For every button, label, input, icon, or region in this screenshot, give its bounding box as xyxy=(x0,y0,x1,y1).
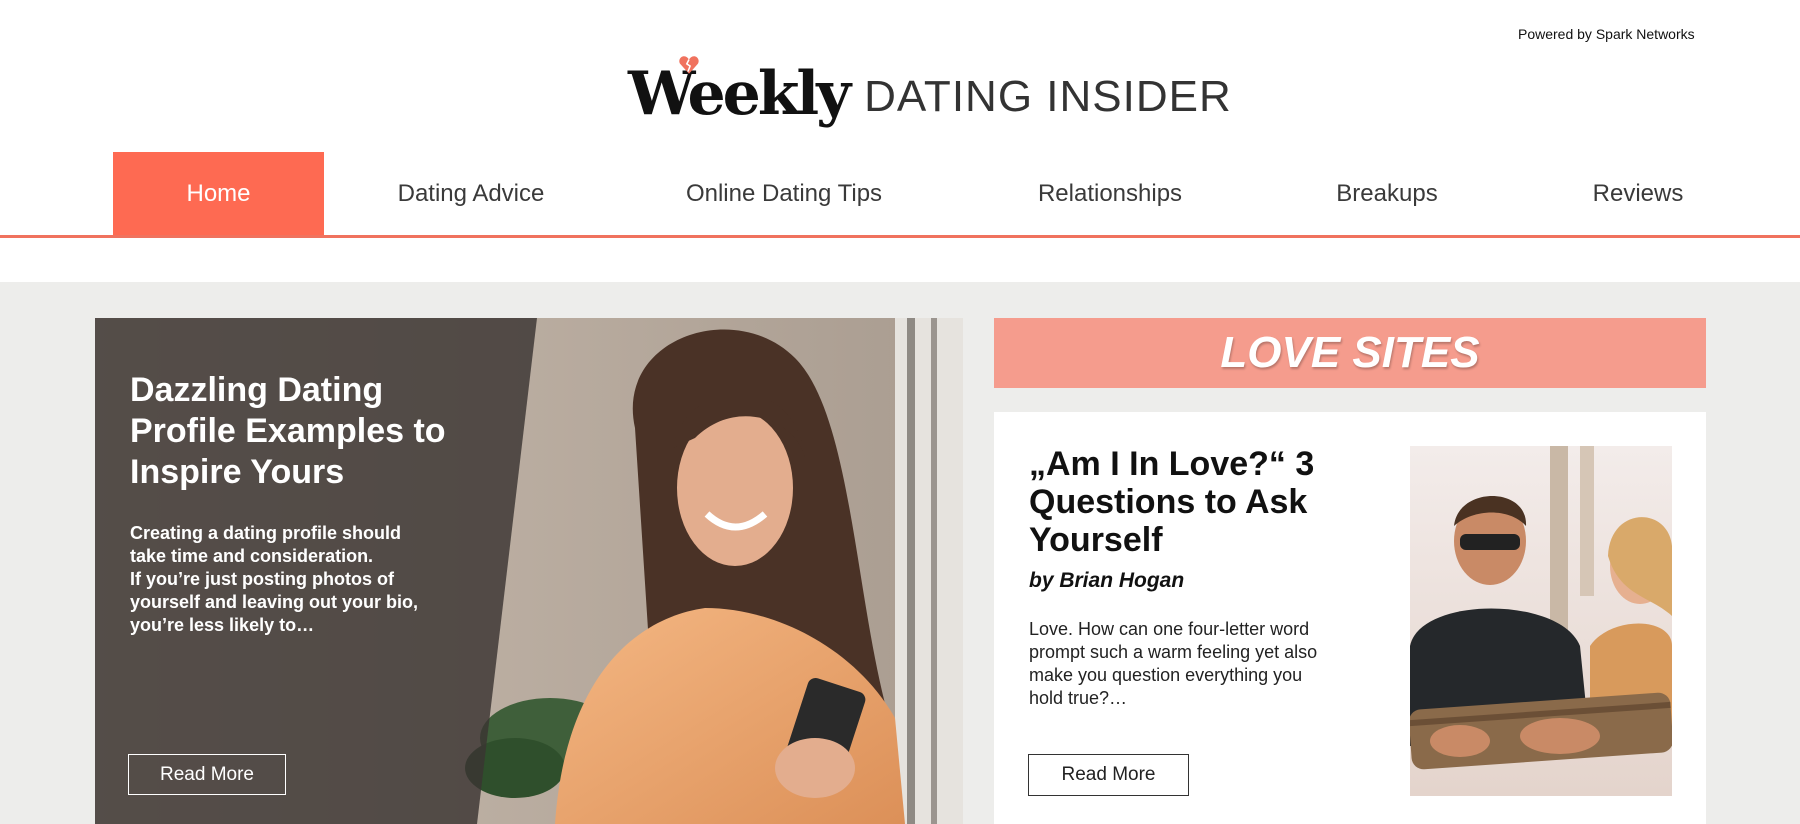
powered-by[interactable]: Powered by Spark Networks xyxy=(1518,26,1695,42)
article-card[interactable]: „Am I In Love?“ 3 Questions to Ask Yours… xyxy=(994,412,1706,824)
nav-breakups[interactable]: Breakups xyxy=(1318,152,1456,235)
hero-excerpt: Creating a dating profile should take ti… xyxy=(130,522,420,637)
main-nav: Home Dating Advice Online Dating Tips Re… xyxy=(0,152,1800,238)
card-author: by Brian Hogan xyxy=(1029,569,1185,592)
nav-online-dating-tips[interactable]: Online Dating Tips xyxy=(660,152,908,235)
card-photo[interactable] xyxy=(1410,446,1672,796)
nav-reviews[interactable]: Reviews xyxy=(1578,152,1698,235)
card-read-more-button[interactable]: Read More xyxy=(1028,754,1189,796)
nav-relationships[interactable]: Relationships xyxy=(1020,152,1200,235)
card-title[interactable]: „Am I In Love?“ 3 Questions to Ask Yours… xyxy=(1029,445,1319,559)
love-sites-title: LOVE SITES xyxy=(1220,328,1480,377)
logo-dating-insider: DATING INSIDER xyxy=(864,72,1232,121)
hero-excerpt-line1: Creating a dating profile should take ti… xyxy=(130,523,402,566)
hero-read-more-button[interactable]: Read More xyxy=(128,754,286,795)
logo-weekly: Weekly xyxy=(628,56,851,124)
love-sites-banner: LOVE SITES xyxy=(994,318,1706,388)
nav-home[interactable]: Home xyxy=(113,152,324,235)
hero-title[interactable]: Dazzling Dating Profile Examples to Insp… xyxy=(130,370,460,493)
heart-icon xyxy=(679,56,699,74)
hero-article[interactable]: Dazzling Dating Profile Examples to Insp… xyxy=(95,318,963,824)
hero-excerpt-line2: If you’re just posting photos of yoursel… xyxy=(130,569,419,635)
site-logo[interactable]: Weekly DATING INSIDER xyxy=(628,50,1232,124)
card-excerpt: Love. How can one four-letter word promp… xyxy=(1029,619,1318,708)
nav-dating-advice[interactable]: Dating Advice xyxy=(370,152,572,235)
